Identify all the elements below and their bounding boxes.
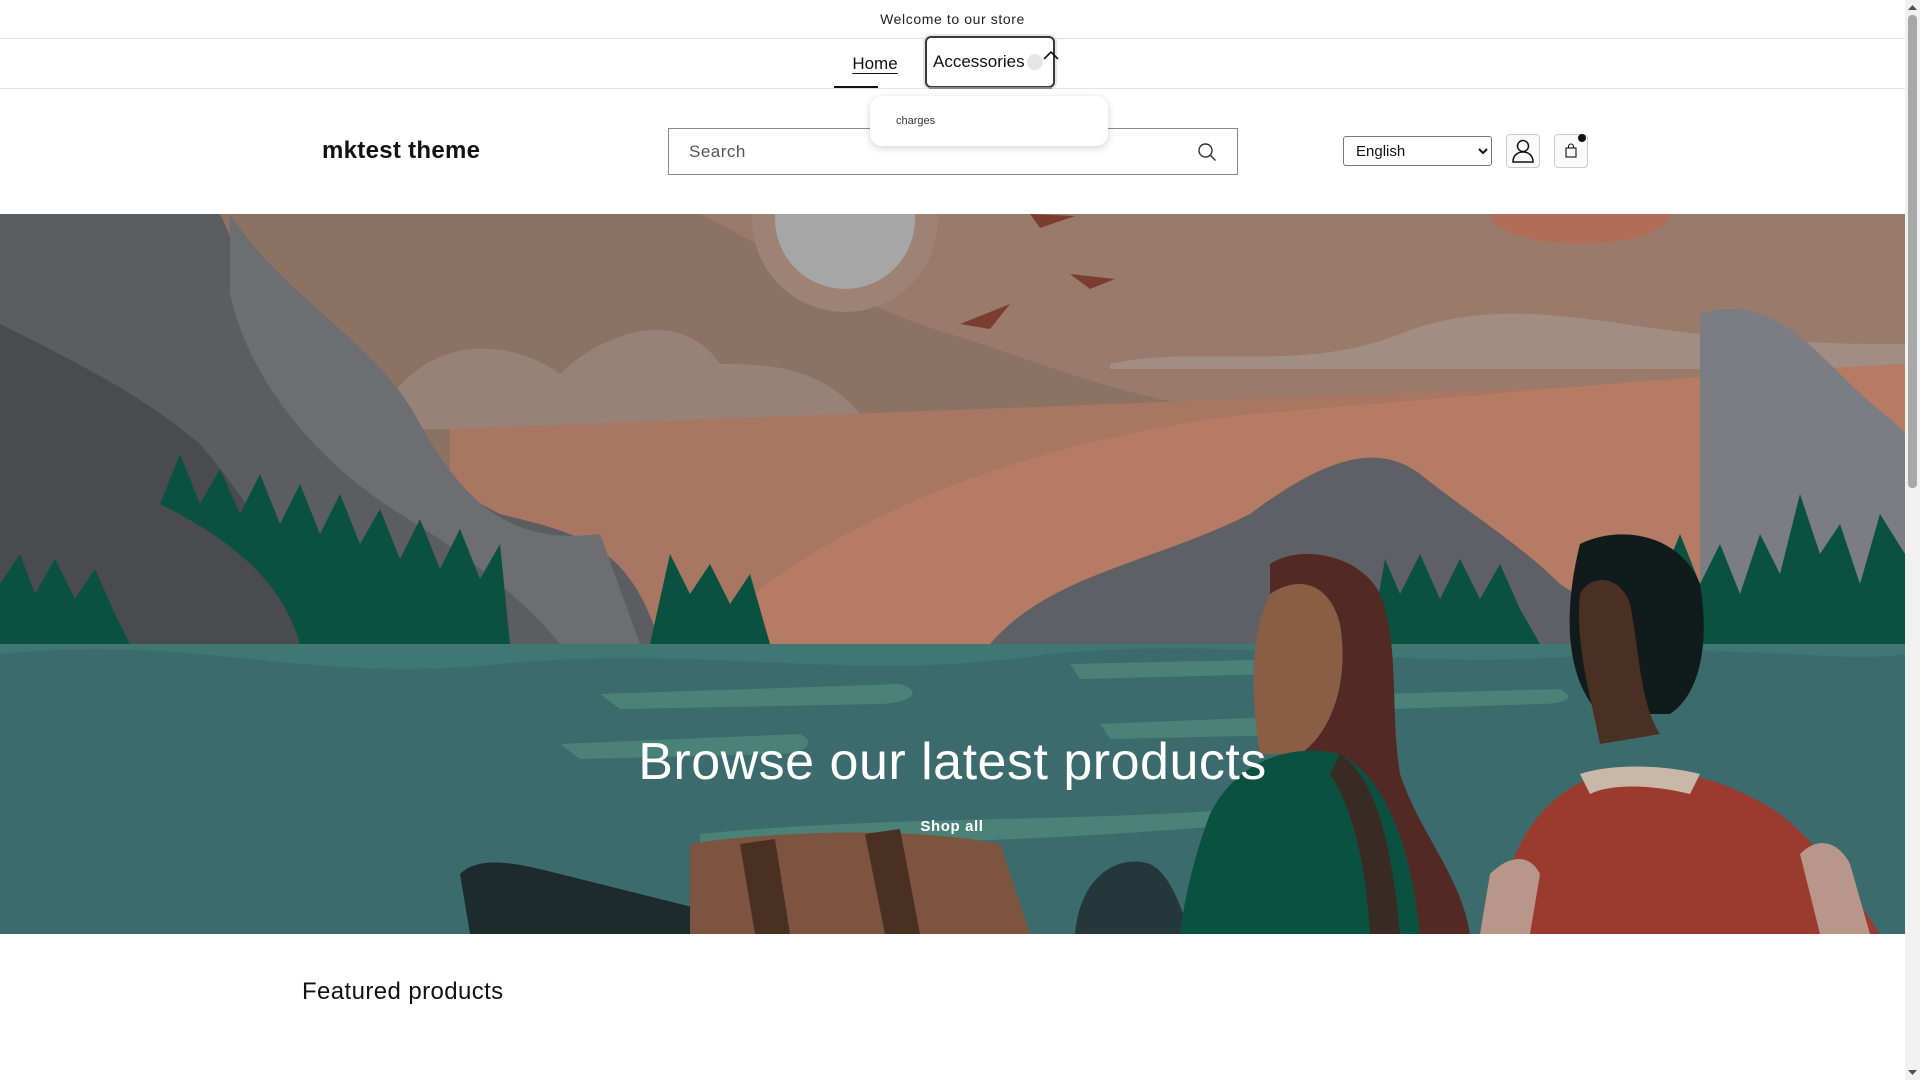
scroll-down-arrow-icon[interactable] [1905, 1065, 1920, 1080]
cart-count-badge [1578, 134, 1586, 142]
hero-heading: Browse our latest products [638, 733, 1267, 791]
chevron-up-icon [1043, 50, 1059, 60]
nav-home-active-indicator [834, 86, 878, 88]
hero-banner: Browse our latest products Shop all [0, 214, 1905, 934]
announcement-bar: Welcome to our store [0, 0, 1905, 39]
featured-products-title: Featured products [302, 978, 504, 1005]
cart-icon [1565, 143, 1577, 158]
language-select[interactable]: English [1343, 136, 1492, 166]
shop-all-link[interactable]: Shop all [902, 818, 1002, 835]
main-nav: Home Accessories [0, 36, 1905, 89]
store-logo[interactable]: mktest theme [322, 137, 480, 165]
announcement-text: Welcome to our store [880, 11, 1025, 27]
nav-item-accessories[interactable]: Accessories [925, 36, 1059, 88]
store-page: Welcome to our store Home Accessories mk… [0, 0, 1905, 1080]
account-button[interactable] [1506, 134, 1540, 168]
account-icon [1512, 139, 1534, 163]
scrollbar-thumb[interactable] [1908, 15, 1917, 488]
accessories-dropdown: charges [870, 96, 1108, 146]
nav-item-home[interactable]: Home [834, 39, 916, 88]
dropdown-item-charges[interactable]: charges [896, 115, 935, 127]
scroll-up-arrow-icon[interactable] [1905, 0, 1920, 15]
search-icon[interactable] [1196, 141, 1218, 163]
nav-item-accessories-label: Accessories [933, 52, 1025, 71]
